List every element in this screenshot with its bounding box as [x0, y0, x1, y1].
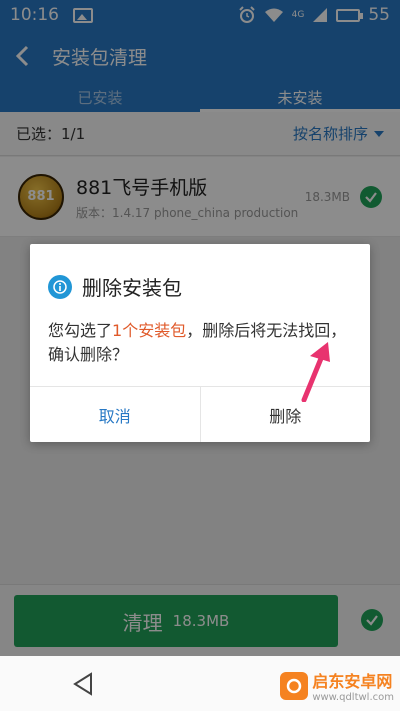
navigation-bar: 启东安卓网 www.qdltwl.com — [0, 656, 400, 711]
watermark-url: www.qdltwl.com — [312, 692, 394, 703]
message-highlight: 1个安装包 — [112, 321, 187, 340]
watermark-title: 启东安卓网 — [312, 672, 393, 691]
cancel-button[interactable]: 取消 — [30, 387, 201, 442]
watermark-logo-icon — [280, 671, 309, 700]
dialog-title: 删除安装包 — [82, 276, 182, 300]
message-prefix: 您勾选了 — [48, 321, 113, 340]
pointer-arrow-icon — [301, 342, 330, 402]
delete-button[interactable]: 删除 — [201, 387, 371, 442]
info-icon — [48, 274, 72, 299]
nav-back-icon[interactable] — [72, 671, 94, 696]
watermark: 启东安卓网 www.qdltwl.com — [280, 668, 394, 703]
watermark-text: 启东安卓网 www.qdltwl.com — [312, 668, 394, 703]
dialog-header: 删除安装包 — [30, 244, 370, 301]
